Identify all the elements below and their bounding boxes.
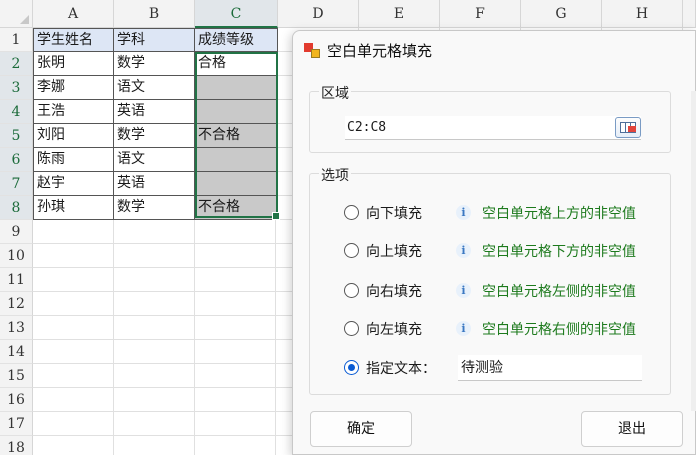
- option-fill-down-label: 向下填充: [366, 206, 422, 222]
- cell-a3[interactable]: 李娜: [33, 76, 114, 100]
- cell-b3[interactable]: 语文: [114, 76, 195, 100]
- column-header-a[interactable]: A: [33, 0, 114, 28]
- option-fill-right-hint: 空白单元格左侧的非空值: [482, 284, 636, 300]
- cell-c3[interactable]: [195, 76, 278, 100]
- row-header-8[interactable]: 8: [0, 196, 33, 220]
- dialog-title: 空白单元格填充: [327, 42, 433, 60]
- exit-button[interactable]: 退出: [581, 411, 683, 447]
- column-header-g[interactable]: G: [521, 0, 602, 28]
- cell-a4[interactable]: 王浩: [33, 100, 114, 124]
- column-header-c[interactable]: C: [195, 0, 278, 28]
- radio-fill-right[interactable]: [344, 283, 359, 298]
- row-header-18[interactable]: 18: [0, 436, 33, 455]
- cell-a5[interactable]: 刘阳: [33, 124, 114, 148]
- option-fill-right-label: 向右填充: [366, 284, 422, 300]
- cell-b1[interactable]: 学科: [114, 28, 195, 52]
- option-fill-down-hint: 空白单元格上方的非空值: [482, 206, 636, 222]
- cell-c2[interactable]: 合格: [195, 52, 278, 76]
- row-header-6[interactable]: 6: [0, 148, 33, 172]
- option-fill-left[interactable]: 向左填充 i 空白单元格右侧的非空值: [344, 318, 674, 340]
- row-header-2[interactable]: 2: [0, 52, 33, 76]
- select-all-corner[interactable]: [0, 0, 33, 28]
- info-icon: i: [456, 321, 471, 336]
- row-header-4[interactable]: 4: [0, 100, 33, 124]
- row-header-5[interactable]: 5: [0, 124, 33, 148]
- radio-fill-left[interactable]: [344, 321, 359, 336]
- row-header-15[interactable]: 15: [0, 364, 33, 388]
- option-fill-right[interactable]: 向右填充 i 空白单元格左侧的非空值: [344, 280, 674, 302]
- cell-c1[interactable]: 成绩等级: [195, 28, 278, 52]
- cell-a1[interactable]: 学生姓名: [33, 28, 114, 52]
- info-icon: i: [456, 243, 471, 258]
- app-icon: [304, 43, 320, 59]
- option-fill-left-label: 向左填充: [366, 322, 422, 338]
- option-fill-down[interactable]: 向下填充 i 空白单元格上方的非空值: [344, 202, 674, 224]
- cell-b8[interactable]: 数学: [114, 196, 195, 220]
- ok-button[interactable]: 确定: [310, 411, 412, 447]
- option-fill-up-label: 向上填充: [366, 244, 422, 260]
- column-header-b[interactable]: B: [114, 0, 195, 28]
- cell-a2[interactable]: 张明: [33, 52, 114, 76]
- cell-a7[interactable]: 赵宇: [33, 172, 114, 196]
- option-fill-left-hint: 空白单元格右侧的非空值: [482, 322, 636, 338]
- radio-custom-text[interactable]: [344, 360, 359, 375]
- option-custom-text-label: 指定文本：: [366, 361, 436, 377]
- row-header-14[interactable]: 14: [0, 340, 33, 364]
- option-custom-text[interactable]: 指定文本：: [344, 357, 454, 379]
- options-group-label: 选项: [319, 165, 351, 185]
- cell-c4[interactable]: [195, 100, 278, 124]
- info-icon: i: [456, 205, 471, 220]
- option-fill-up[interactable]: 向上填充 i 空白单元格下方的非空值: [344, 240, 674, 262]
- cell-b6[interactable]: 语文: [114, 148, 195, 172]
- row-header-9[interactable]: 9: [0, 220, 33, 244]
- range-input[interactable]: C2:C8: [345, 116, 641, 140]
- cell-b5[interactable]: 数学: [114, 124, 195, 148]
- row-header-1[interactable]: 1: [0, 28, 33, 52]
- column-header-d[interactable]: D: [278, 0, 359, 28]
- info-icon: i: [456, 283, 471, 298]
- row-header-7[interactable]: 7: [0, 172, 33, 196]
- cell-b2[interactable]: 数学: [114, 52, 195, 76]
- row-header-3[interactable]: 3: [0, 76, 33, 100]
- range-picker-button[interactable]: [615, 117, 641, 138]
- range-group-label: 区域: [319, 83, 351, 103]
- scrollbar-track[interactable]: [691, 91, 696, 411]
- cell-a8[interactable]: 孙琪: [33, 196, 114, 220]
- cell-c5[interactable]: 不合格: [195, 124, 278, 148]
- cell-a6[interactable]: 陈雨: [33, 148, 114, 172]
- option-fill-up-hint: 空白单元格下方的非空值: [482, 244, 636, 260]
- row-header-10[interactable]: 10: [0, 244, 33, 268]
- row-header-12[interactable]: 12: [0, 292, 33, 316]
- radio-fill-down[interactable]: [344, 205, 359, 220]
- cell-c7[interactable]: [195, 172, 278, 196]
- column-header-e[interactable]: E: [359, 0, 440, 28]
- column-header-h[interactable]: H: [602, 0, 683, 28]
- radio-fill-up[interactable]: [344, 243, 359, 258]
- row-header-16[interactable]: 16: [0, 388, 33, 412]
- cell-c8[interactable]: 不合格: [195, 196, 278, 220]
- row-header-13[interactable]: 13: [0, 316, 33, 340]
- dialog-titlebar[interactable]: 空白单元格填充: [293, 31, 695, 71]
- cell-b7[interactable]: 英语: [114, 172, 195, 196]
- cell-b4[interactable]: 英语: [114, 100, 195, 124]
- column-header-i[interactable]: [683, 0, 696, 28]
- column-header-f[interactable]: F: [440, 0, 521, 28]
- row-header-11[interactable]: 11: [0, 268, 33, 292]
- fill-blank-cells-dialog: 空白单元格填充 区域 C2:C8 选项 向下填充 i 空白单元格上方的非空值 向…: [292, 30, 696, 455]
- row-header-17[interactable]: 17: [0, 412, 33, 436]
- cell-c6[interactable]: [195, 148, 278, 172]
- custom-text-input[interactable]: 待测验: [458, 355, 642, 381]
